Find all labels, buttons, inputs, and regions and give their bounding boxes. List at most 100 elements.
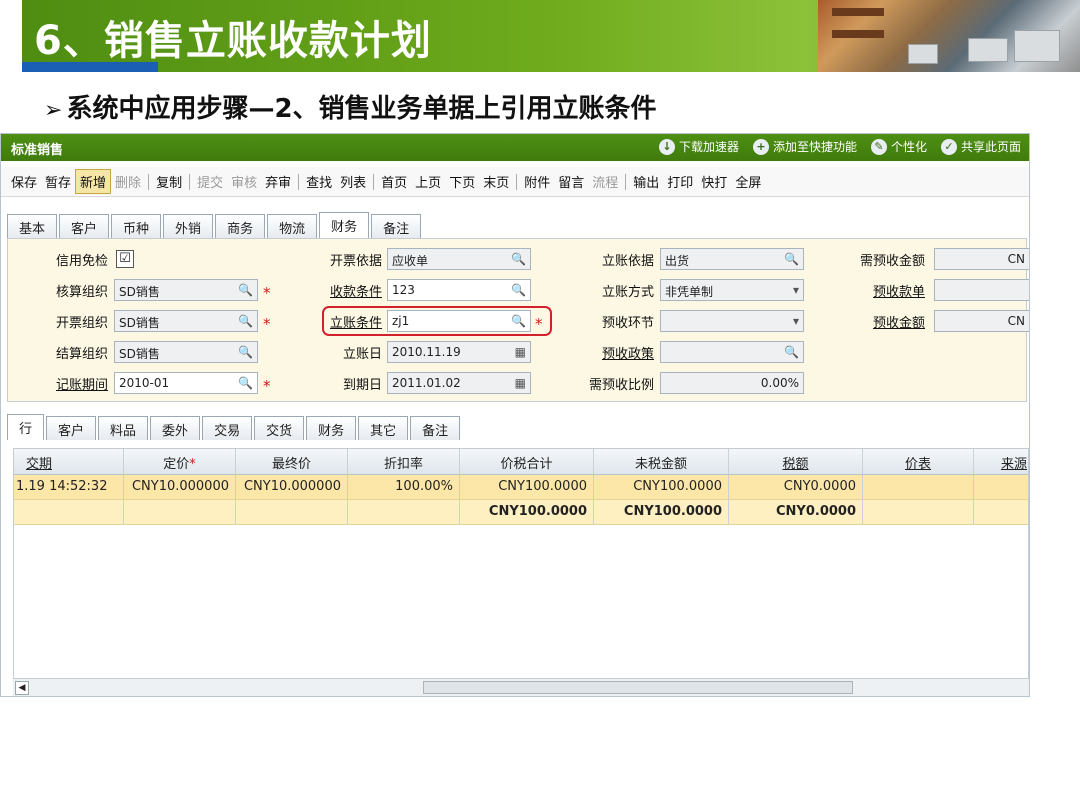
- tab-line-outsourcing[interactable]: 委外: [150, 416, 201, 440]
- settlement-org-field[interactable]: SD销售 🔍: [114, 341, 258, 363]
- approve-button[interactable]: 审核: [227, 170, 261, 193]
- required-mark: *: [535, 315, 543, 333]
- tab-customer[interactable]: 客户: [59, 214, 110, 238]
- first-page-button[interactable]: 首页: [377, 170, 411, 193]
- app-header: 标准销售 ↓ 下载加速器 + 添加至快捷功能 ✎ 个性化 ✓ 共享此页面: [1, 134, 1029, 161]
- tab-basic[interactable]: 基本: [7, 214, 58, 238]
- col-discount-rate[interactable]: 折扣率: [348, 449, 460, 474]
- prepay-receipt-field[interactable]: [934, 279, 1029, 301]
- message-button[interactable]: 留言: [554, 170, 588, 193]
- col-price-list[interactable]: 价表: [863, 449, 974, 474]
- last-page-button[interactable]: 末页: [479, 170, 513, 193]
- tab-commerce[interactable]: 商务: [215, 214, 266, 238]
- billing-basis-field[interactable]: 出货 🔍: [660, 248, 804, 270]
- invoice-org-field[interactable]: SD销售 🔍: [114, 310, 258, 332]
- tab-remarks[interactable]: 备注: [371, 214, 422, 238]
- scroll-thumb[interactable]: [423, 681, 853, 694]
- invoice-basis-field[interactable]: 应收单 🔍: [387, 248, 531, 270]
- slide-title-band: 6、销售立账收款计划: [22, 0, 1080, 72]
- prepay-stage-select[interactable]: ▾: [660, 310, 804, 332]
- tab-line-item[interactable]: 料品: [98, 416, 149, 440]
- col-list-price[interactable]: 定价*: [124, 449, 236, 474]
- tab-logistics[interactable]: 物流: [267, 214, 318, 238]
- list-button[interactable]: 列表: [336, 170, 370, 193]
- workflow-button[interactable]: 流程: [588, 170, 622, 193]
- cell-final-price: CNY10.000000: [236, 475, 348, 499]
- search-icon: 🔍: [238, 283, 253, 297]
- chevron-down-icon: ▾: [792, 283, 799, 297]
- submit-button[interactable]: 提交: [193, 170, 227, 193]
- prepay-policy-field[interactable]: 🔍: [660, 341, 804, 363]
- quick-print-button[interactable]: 快打: [697, 170, 731, 193]
- prepay-amount-needed-field[interactable]: CN: [934, 248, 1029, 270]
- search-icon: 🔍: [784, 345, 799, 359]
- bullet-arrow-icon: ➢: [44, 98, 63, 123]
- due-date-field[interactable]: 2011.01.02 ▦: [387, 372, 531, 394]
- credit-exempt-checkbox[interactable]: ☑: [116, 250, 134, 268]
- prev-page-button[interactable]: 上页: [411, 170, 445, 193]
- search-icon: 🔍: [511, 252, 526, 266]
- credit-exempt-label: 信用免检: [56, 254, 109, 269]
- posting-period-field[interactable]: 2010-01 🔍: [114, 372, 258, 394]
- toolbar-separator: [189, 173, 191, 190]
- billing-terms-field[interactable]: zj1 🔍: [387, 310, 531, 332]
- find-button[interactable]: 查找: [302, 170, 336, 193]
- personalize-link[interactable]: ✎ 个性化: [870, 138, 927, 155]
- col-amount-before-tax[interactable]: 未税金额: [594, 449, 729, 474]
- tab-line-customer[interactable]: 客户: [46, 416, 97, 440]
- check-icon: ✓: [940, 138, 957, 155]
- prepay-amount-field[interactable]: CN: [934, 310, 1029, 332]
- col-total-with-tax[interactable]: 价税合计: [460, 449, 594, 474]
- scroll-left-icon[interactable]: ◀: [15, 681, 29, 695]
- delete-button[interactable]: 删除: [111, 170, 145, 193]
- tab-currency[interactable]: 币种: [111, 214, 162, 238]
- fullscreen-button[interactable]: 全屏: [731, 170, 765, 193]
- temp-save-button[interactable]: 暂存: [41, 170, 75, 193]
- total-tax-amount: CNY0.0000: [729, 500, 863, 524]
- col-tax-amount[interactable]: 税额: [729, 449, 863, 474]
- next-page-button[interactable]: 下页: [445, 170, 479, 193]
- copy-button[interactable]: 复制: [152, 170, 186, 193]
- payment-terms-field[interactable]: 123 🔍: [387, 279, 531, 301]
- prepay-ratio-field[interactable]: 0.00%: [660, 372, 804, 394]
- tab-line[interactable]: 行: [7, 414, 45, 440]
- table-row[interactable]: 1.19 14:52:32 CNY10.000000 CNY10.000000 …: [14, 475, 1028, 500]
- lines-grid: 交期 定价* 最终价 折扣率 价税合计 未税金额 税额 价表 来源 1.19 1…: [13, 448, 1029, 680]
- invoice-basis-label: 开票依据: [330, 254, 383, 269]
- tab-line-delivery[interactable]: 交货: [254, 416, 305, 440]
- prepay-stage-label: 预收环节: [602, 316, 655, 331]
- print-button[interactable]: 打印: [663, 170, 697, 193]
- tab-finance[interactable]: 财务: [319, 212, 370, 238]
- tab-export[interactable]: 外销: [163, 214, 214, 238]
- tab-line-remarks[interactable]: 备注: [410, 416, 461, 440]
- settlement-org-label: 结算组织: [56, 347, 109, 362]
- header-tabs: 基本 客户 币种 外销 商务 物流 财务 备注: [7, 212, 422, 238]
- billing-date-field[interactable]: 2010.11.19 ▦: [387, 341, 531, 363]
- col-delivery-date[interactable]: 交期: [14, 449, 124, 474]
- col-final-price[interactable]: 最终价: [236, 449, 348, 474]
- download-accelerator-link[interactable]: ↓ 下载加速器: [658, 138, 739, 155]
- add-shortcut-link[interactable]: + 添加至快捷功能: [752, 138, 857, 155]
- prepay-policy-label: 预收政策: [602, 347, 655, 362]
- output-button[interactable]: 输出: [629, 170, 663, 193]
- warehouse-photo: [818, 0, 1080, 72]
- unapprove-button[interactable]: 弃审: [261, 170, 295, 193]
- accounting-org-field[interactable]: SD销售 🔍: [114, 279, 258, 301]
- totals-row: CNY100.0000 CNY100.0000 CNY0.0000: [14, 500, 1028, 525]
- total-amount-before-tax: CNY100.0000: [594, 500, 729, 524]
- horizontal-scrollbar[interactable]: ◀: [13, 678, 1029, 696]
- col-source[interactable]: 来源: [974, 449, 1029, 474]
- payment-terms-label: 收款条件: [330, 285, 383, 300]
- total-cell: [863, 500, 974, 524]
- billing-method-select[interactable]: 非凭单制 ▾: [660, 279, 804, 301]
- new-button[interactable]: 新增: [75, 169, 112, 194]
- tab-line-finance[interactable]: 财务: [306, 416, 357, 440]
- tab-line-other[interactable]: 其它: [358, 416, 409, 440]
- total-cell: [236, 500, 348, 524]
- billing-terms-label: 立账条件: [330, 316, 383, 331]
- save-button[interactable]: 保存: [7, 170, 41, 193]
- tab-line-trade[interactable]: 交易: [202, 416, 253, 440]
- toolbar-separator: [298, 173, 300, 190]
- attachment-button[interactable]: 附件: [520, 170, 554, 193]
- share-page-link[interactable]: ✓ 共享此页面: [940, 138, 1021, 155]
